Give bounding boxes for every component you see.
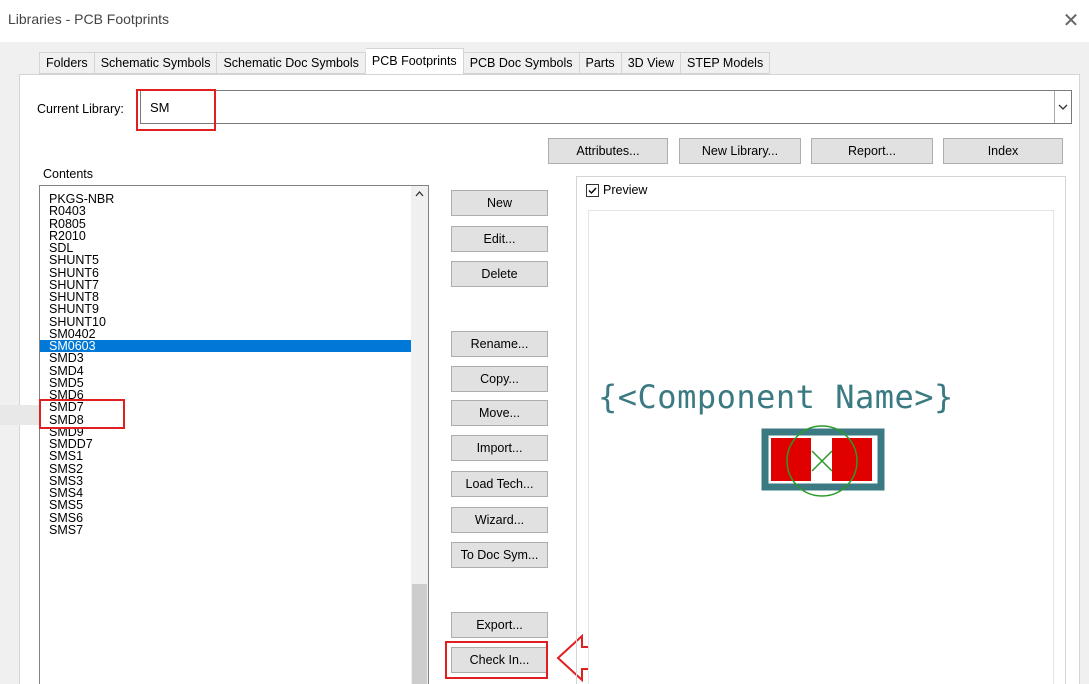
tab-folders[interactable]: Folders (39, 52, 95, 74)
tab-3d-view[interactable]: 3D View (621, 52, 682, 74)
list-item[interactable]: SMD5 (40, 376, 428, 389)
tab-schematic-doc-symbols[interactable]: Schematic Doc Symbols (217, 52, 366, 74)
title-bar: Libraries - PCB Footprints ✕ (0, 0, 1089, 42)
contents-label: Contents (43, 167, 94, 181)
tab-parts[interactable]: Parts (579, 52, 622, 74)
tab-pcb-doc-symbols[interactable]: PCB Doc Symbols (463, 52, 580, 74)
list-item[interactable]: SMS3 (40, 474, 428, 487)
to-doc-sym-button[interactable]: To Doc Sym... (451, 542, 548, 568)
wizard-button[interactable]: Wizard... (451, 507, 548, 533)
selected-item-highlight (39, 399, 125, 429)
contents-list[interactable]: PKGS-NBR R0403 R0805 R2010 SDL SHUNT5 SH… (39, 185, 429, 684)
chevron-down-icon[interactable] (1054, 91, 1071, 123)
list-item[interactable]: SMS5 (40, 499, 428, 512)
scroll-up-icon[interactable] (411, 186, 428, 203)
list-item[interactable]: SHUNT9 (40, 303, 428, 316)
list-item[interactable]: SMS6 (40, 511, 428, 524)
list-item[interactable]: R0805 (40, 217, 428, 230)
list-item-selected[interactable]: SM0603 (40, 340, 428, 352)
list-item[interactable]: SMD3 (40, 352, 428, 365)
preview-checkbox[interactable] (586, 184, 599, 197)
list-item[interactable]: SHUNT6 (40, 266, 428, 279)
list-item[interactable]: SMD4 (40, 364, 428, 377)
component-name-placeholder: {<Component Name>} (598, 378, 954, 416)
tab-pcb-footprints[interactable]: PCB Footprints (365, 48, 464, 74)
window-title: Libraries - PCB Footprints (8, 11, 170, 27)
move-button[interactable]: Move... (451, 400, 548, 426)
current-library-label: Current Library: (37, 102, 124, 116)
contents-scrollbar[interactable] (411, 186, 428, 684)
list-item[interactable]: SMS4 (40, 487, 428, 500)
list-item[interactable]: SMDD7 (40, 438, 428, 451)
list-item[interactable]: R0403 (40, 205, 428, 218)
list-item[interactable]: SHUNT5 (40, 254, 428, 267)
list-item[interactable]: SHUNT10 (40, 315, 428, 328)
list-item[interactable]: SM0402 (40, 327, 428, 340)
check-in-highlight (445, 641, 548, 679)
current-library-highlight (136, 89, 216, 131)
export-button[interactable]: Export... (451, 612, 548, 638)
list-item[interactable]: SMS2 (40, 462, 428, 475)
close-icon[interactable]: ✕ (1061, 8, 1081, 33)
new-library-button[interactable]: New Library... (679, 138, 801, 164)
new-button[interactable]: New (451, 190, 548, 216)
list-item[interactable]: SMS7 (40, 523, 428, 536)
edit-button[interactable]: Edit... (451, 226, 548, 252)
load-tech-button[interactable]: Load Tech... (451, 471, 548, 497)
tab-strip: Folders Schematic Symbols Schematic Doc … (39, 48, 771, 74)
attributes-button[interactable]: Attributes... (548, 138, 668, 164)
footprint-graphic (761, 425, 885, 497)
tab-step-models[interactable]: STEP Models (681, 52, 771, 74)
scroll-thumb[interactable] (412, 584, 427, 684)
list-item[interactable]: R2010 (40, 229, 428, 242)
selection-row-gutter (0, 405, 39, 425)
delete-button[interactable]: Delete (451, 261, 548, 287)
rename-button[interactable]: Rename... (451, 331, 548, 357)
tab-schematic-symbols[interactable]: Schematic Symbols (94, 52, 218, 74)
copy-button[interactable]: Copy... (451, 366, 548, 392)
list-item[interactable]: SMS1 (40, 450, 428, 463)
index-button[interactable]: Index (943, 138, 1063, 164)
current-library-combo[interactable]: SM (140, 90, 1072, 124)
preview-label: Preview (603, 183, 648, 197)
list-item[interactable]: PKGS-NBR (40, 193, 428, 206)
import-button[interactable]: Import... (451, 435, 548, 461)
report-button[interactable]: Report... (811, 138, 933, 164)
origin-cross-icon (811, 450, 833, 472)
